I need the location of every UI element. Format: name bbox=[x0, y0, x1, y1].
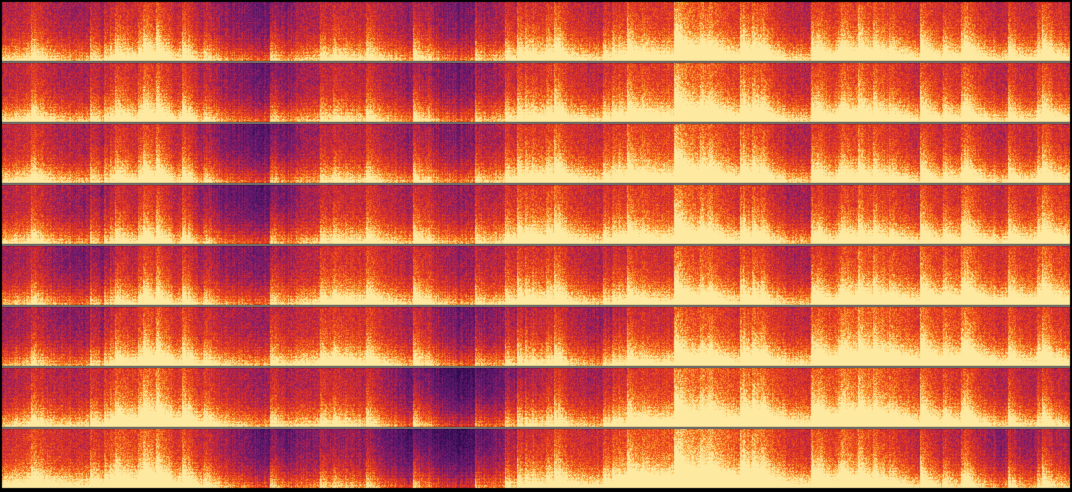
spectrogram-canvas bbox=[0, 0, 1072, 492]
spectrogram-image bbox=[0, 0, 1072, 492]
